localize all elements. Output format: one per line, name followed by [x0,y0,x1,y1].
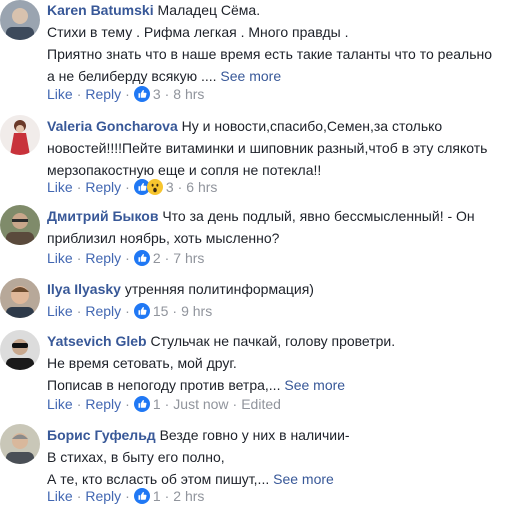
user-photo-icon [0,205,40,245]
timestamp[interactable]: 8 hrs [173,86,204,102]
avatar[interactable] [0,0,40,40]
like-reaction-icon[interactable] [133,250,150,266]
comment-text: Не время сетовать, мой друг. [47,355,237,371]
comment-text: Пописав в непогоду против ветра,... [47,377,285,393]
user-photo-icon [0,278,40,318]
like-link[interactable]: Like [47,303,73,319]
reaction-count[interactable]: 15 [153,303,169,319]
comment-actions: Like · Reply · 3 · 6 hrs [47,177,217,197]
separator: · [125,250,130,266]
avatar[interactable] [0,205,40,245]
edited-label[interactable]: Edited [241,396,281,412]
comment-actions: Like · Reply · 3 · 8 hrs [47,84,204,104]
separator: · [177,179,183,195]
reply-link[interactable]: Reply [85,179,121,195]
timestamp[interactable]: Just now [173,396,228,412]
like-reaction-icon[interactable] [133,396,150,412]
comment-author[interactable]: Ilya Ilyasky [47,281,121,297]
comment-text: Ну и новости,спасибо,Семен,за столько [181,118,443,134]
separator: · [76,396,82,412]
reply-link[interactable]: Reply [85,396,121,412]
separator: · [232,396,238,412]
like-link[interactable]: Like [47,86,73,102]
reply-link[interactable]: Reply [85,303,121,319]
comment-text: В стихах, в быту его полно, [47,449,225,465]
timestamp[interactable]: 9 hrs [181,303,212,319]
separator: · [125,86,130,102]
reaction-count[interactable]: 3 [153,86,161,102]
like-link[interactable]: Like [47,488,73,504]
comment-author[interactable]: Yatsevich Gleb [47,333,147,349]
like-reaction-icon[interactable] [133,86,150,102]
comment-text: Приятно знать что в наше время есть таки… [47,46,493,62]
separator: · [76,303,82,319]
user-photo-icon [0,115,40,155]
comment-text: Маладец Сёма. [157,2,261,18]
comment-text: Что за день подлый, явно бессмысленный! … [162,208,475,224]
user-photo-icon [0,0,40,40]
comment-actions: Like · Reply · 15 · 9 hrs [47,301,212,321]
separator: · [164,396,170,412]
comment-author[interactable]: Дмитрий Быков [47,208,158,224]
separator: · [125,179,130,195]
comments-list: Karen Batumski Маладец Сёма. Стихи в тем… [0,0,526,516]
like-link[interactable]: Like [47,179,73,195]
separator: · [125,396,130,412]
comment-actions: Like · Reply · 1 · 2 hrs [47,486,204,506]
avatar[interactable] [0,278,40,318]
like-link[interactable]: Like [47,396,73,412]
comment-author[interactable]: Борис Гуфельд [47,427,156,443]
reply-link[interactable]: Reply [85,250,121,266]
separator: · [125,303,130,319]
timestamp[interactable]: 6 hrs [186,179,217,195]
see-more-link[interactable]: See more [273,471,334,487]
user-photo-icon [0,424,40,464]
see-more-link[interactable]: See more [284,377,345,393]
user-photo-icon [0,330,40,370]
like-reaction-icon[interactable] [133,303,150,319]
like-link[interactable]: Like [47,250,73,266]
reaction-count[interactable]: 1 [153,488,161,504]
separator: · [172,303,178,319]
timestamp[interactable]: 7 hrs [173,250,204,266]
like-reaction-icon[interactable] [133,488,150,504]
avatar[interactable] [0,424,40,464]
avatar[interactable] [0,115,40,155]
reply-link[interactable]: Reply [85,86,121,102]
separator: · [76,86,82,102]
reply-link[interactable]: Reply [85,488,121,504]
wow-reaction-icon[interactable] [146,179,163,195]
separator: · [125,488,130,504]
reaction-count[interactable]: 2 [153,250,161,266]
see-more-link[interactable]: See more [220,68,281,84]
avatar[interactable] [0,330,40,370]
separator: · [164,488,170,504]
comment-text: приблизил ноябрь, хоть мысленно? [47,230,280,246]
separator: · [76,250,82,266]
separator: · [164,86,170,102]
separator: · [76,179,82,195]
comment-text: Везде говно у них в наличии- [159,427,350,443]
comment-text: а не белиберду всякую .... [47,68,221,84]
reaction-count[interactable]: 1 [153,396,161,412]
comment-text: Стихи в тему . Рифма легкая . Много прав… [47,24,349,40]
comment-text: А те, кто всласть об этом пишут,... [47,471,274,487]
comment-text: новостей!!!!Пейте витаминки и шиповник р… [47,140,488,156]
comment-author[interactable]: Valeria Goncharova [47,118,178,134]
reaction-count[interactable]: 3 [166,179,174,195]
comment-author[interactable]: Karen Batumski [47,2,154,18]
comment-actions: Like · Reply · 1 · Just now · Edited [47,394,281,414]
separator: · [76,488,82,504]
comment-actions: Like · Reply · 2 · 7 hrs [47,248,204,268]
comment-text: утренняя политинформация) [124,281,314,297]
separator: · [164,250,170,266]
comment-text: Стульчак не пачкай, голову проветри. [150,333,396,349]
timestamp[interactable]: 2 hrs [173,488,204,504]
